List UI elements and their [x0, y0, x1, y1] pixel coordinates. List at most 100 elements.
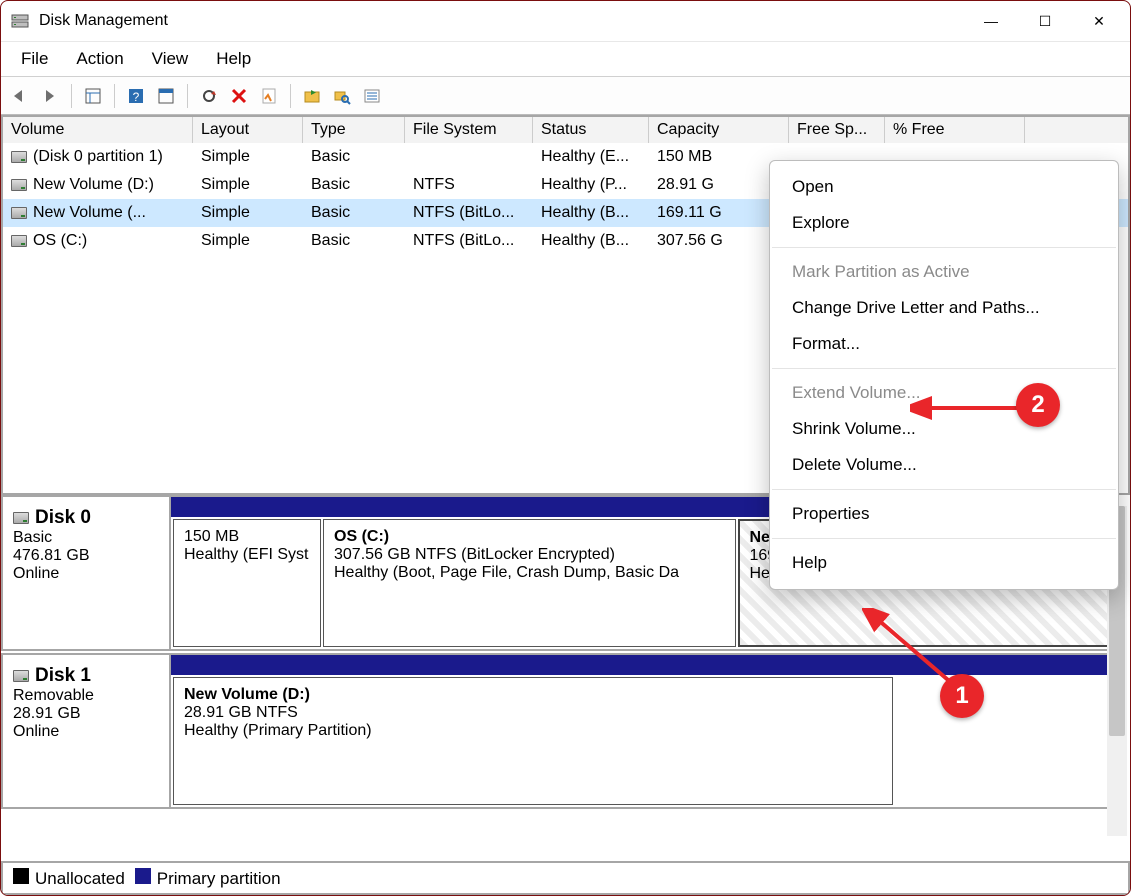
- minimize-button[interactable]: —: [964, 1, 1018, 41]
- volume-name: (Disk 0 partition 1): [33, 148, 163, 166]
- volume-capacity: 28.91 G: [649, 174, 789, 196]
- maximize-button[interactable]: ☐: [1018, 1, 1072, 41]
- col-layout[interactable]: Layout: [193, 117, 303, 143]
- annotation-badge-2: 2: [1016, 383, 1060, 427]
- drive-icon: [11, 235, 27, 247]
- disk-type: Basic: [13, 529, 159, 547]
- col-type[interactable]: Type: [303, 117, 405, 143]
- volume-layout: Simple: [193, 146, 303, 168]
- toolbar: ?: [1, 77, 1130, 115]
- properties-button[interactable]: [256, 83, 282, 109]
- refresh-button[interactable]: [196, 83, 222, 109]
- close-button[interactable]: ✕: [1072, 1, 1126, 41]
- volume-fs: NTFS (BitLo...: [405, 202, 533, 224]
- partition-size: 28.91 GB NTFS: [184, 704, 882, 722]
- partition-name: OS (C:): [334, 528, 725, 546]
- context-menu: Open Explore Mark Partition as Active Ch…: [769, 160, 1119, 590]
- volume-layout: Simple: [193, 230, 303, 252]
- disk-label[interactable]: Disk 0 Basic 476.81 GB Online: [3, 497, 171, 649]
- window-title: Disk Management: [39, 12, 168, 30]
- partition-name: New Volume (D:): [184, 686, 882, 704]
- disk-icon: [13, 670, 29, 682]
- volume-fs: NTFS: [405, 174, 533, 196]
- titlebar: Disk Management — ☐ ✕: [1, 1, 1130, 41]
- menu-action[interactable]: Action: [62, 45, 137, 73]
- ctx-open[interactable]: Open: [770, 169, 1118, 205]
- ctx-delete[interactable]: Delete Volume...: [770, 447, 1118, 483]
- volume-status: Healthy (B...: [533, 202, 649, 224]
- legend-swatch-primary: [135, 868, 151, 884]
- new-folder-button[interactable]: [299, 83, 325, 109]
- volume-type: Basic: [303, 202, 405, 224]
- col-volume[interactable]: Volume: [3, 117, 193, 143]
- volume-type: Basic: [303, 230, 405, 252]
- find-button[interactable]: [329, 83, 355, 109]
- back-button[interactable]: [7, 83, 33, 109]
- volume-capacity: 150 MB: [649, 146, 789, 168]
- volume-fs: [405, 155, 533, 159]
- volume-layout: Simple: [193, 174, 303, 196]
- list-view-button[interactable]: [359, 83, 385, 109]
- col-capacity[interactable]: Capacity: [649, 117, 789, 143]
- disk-state: Online: [13, 565, 159, 583]
- volume-header-row: Volume Layout Type File System Status Ca…: [3, 117, 1128, 143]
- annotation-badge-1: 1: [940, 674, 984, 718]
- delete-button[interactable]: [226, 83, 252, 109]
- drive-icon: [11, 151, 27, 163]
- ctx-properties[interactable]: Properties: [770, 496, 1118, 532]
- menu-file[interactable]: File: [7, 45, 62, 73]
- partition[interactable]: OS (C:)307.56 GB NTFS (BitLocker Encrypt…: [323, 519, 736, 647]
- legend-unallocated: Unallocated: [35, 869, 125, 888]
- disk-icon: [13, 512, 29, 524]
- detail-pane-button[interactable]: [153, 83, 179, 109]
- volume-name: New Volume (...: [33, 204, 146, 222]
- legend-swatch-unallocated: [13, 868, 29, 884]
- disk-type: Removable: [13, 687, 159, 705]
- show-hide-tree-button[interactable]: [80, 83, 106, 109]
- disk-state: Online: [13, 723, 159, 741]
- partition-size: 307.56 GB NTFS (BitLocker Encrypted): [334, 546, 725, 564]
- legend-primary: Primary partition: [157, 869, 281, 888]
- volume-status: Healthy (P...: [533, 174, 649, 196]
- partition[interactable]: New Volume (D:)28.91 GB NTFSHealthy (Pri…: [173, 677, 893, 805]
- menubar: File Action View Help: [1, 41, 1130, 77]
- app-icon: [11, 12, 29, 30]
- disk-name: Disk 1: [35, 665, 91, 687]
- col-fs[interactable]: File System: [405, 117, 533, 143]
- partition-status: Healthy (Boot, Page File, Crash Dump, Ba…: [334, 564, 725, 582]
- partition[interactable]: 150 MBHealthy (EFI Syst: [173, 519, 321, 647]
- menu-view[interactable]: View: [138, 45, 203, 73]
- svg-text:?: ?: [133, 90, 140, 104]
- partition-status: Healthy (EFI Syst: [184, 546, 310, 564]
- col-free[interactable]: Free Sp...: [789, 117, 885, 143]
- volume-name: New Volume (D:): [33, 176, 154, 194]
- drive-icon: [11, 207, 27, 219]
- volume-type: Basic: [303, 146, 405, 168]
- ctx-format[interactable]: Format...: [770, 326, 1118, 362]
- disk-label[interactable]: Disk 1 Removable 28.91 GB Online: [3, 655, 171, 807]
- partition-size: 150 MB: [184, 528, 310, 546]
- menu-help[interactable]: Help: [202, 45, 265, 73]
- volume-type: Basic: [303, 174, 405, 196]
- ctx-explore[interactable]: Explore: [770, 205, 1118, 241]
- volume-layout: Simple: [193, 202, 303, 224]
- legend: Unallocated Primary partition: [1, 861, 1130, 895]
- volume-capacity: 169.11 G: [649, 202, 789, 224]
- drive-icon: [11, 179, 27, 191]
- volume-name: OS (C:): [33, 232, 87, 250]
- volume-fs: NTFS (BitLo...: [405, 230, 533, 252]
- volume-status: Healthy (E...: [533, 146, 649, 168]
- partition-status: Healthy (Primary Partition): [184, 722, 882, 740]
- ctx-mark-active: Mark Partition as Active: [770, 254, 1118, 290]
- forward-button[interactable]: [37, 83, 63, 109]
- disk-size: 28.91 GB: [13, 705, 159, 723]
- volume-status: Healthy (B...: [533, 230, 649, 252]
- ctx-change-letter[interactable]: Change Drive Letter and Paths...: [770, 290, 1118, 326]
- volume-capacity: 307.56 G: [649, 230, 789, 252]
- col-status[interactable]: Status: [533, 117, 649, 143]
- disk-size: 476.81 GB: [13, 547, 159, 565]
- disk-name: Disk 0: [35, 507, 91, 529]
- col-pct-free[interactable]: % Free: [885, 117, 1025, 143]
- ctx-help[interactable]: Help: [770, 545, 1118, 581]
- help-icon[interactable]: ?: [123, 83, 149, 109]
